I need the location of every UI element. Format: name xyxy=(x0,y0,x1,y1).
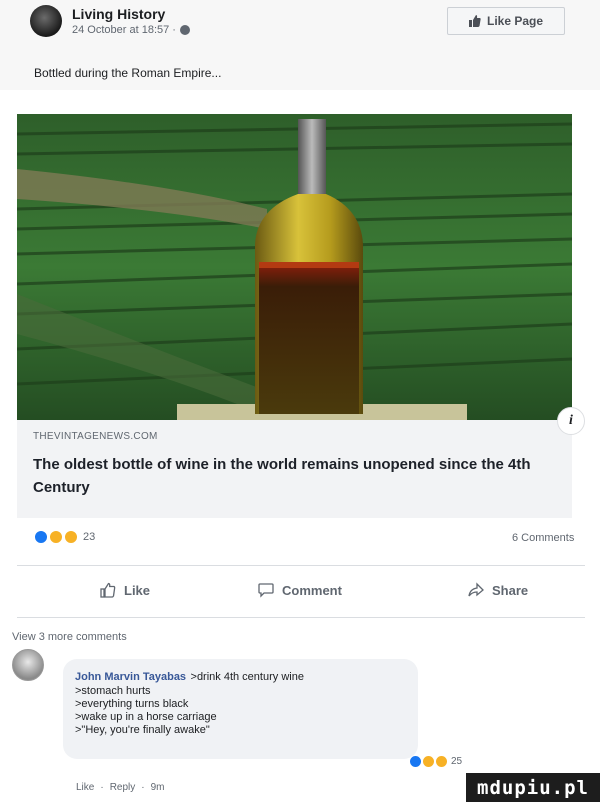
info-icon[interactable]: i xyxy=(557,407,585,435)
comment-first-line: John Marvin Tayabas >drink 4th century w… xyxy=(75,667,406,685)
view-more-comments-link[interactable]: View 3 more comments xyxy=(12,631,127,643)
post-timestamp[interactable]: 24 October at 18:57 · xyxy=(72,24,176,36)
comment-label: Comment xyxy=(282,582,342,598)
wow-reaction-icon xyxy=(49,530,63,544)
wine-bottle-photo[interactable] xyxy=(17,114,572,420)
comment-line: >drink 4th century wine xyxy=(190,671,304,683)
comment-reaction-count: 25 xyxy=(451,756,463,767)
comment-line: >wake up in a horse carriage xyxy=(75,711,217,723)
link-title[interactable]: The oldest bottle of wine in the world r… xyxy=(33,453,573,499)
page-avatar[interactable] xyxy=(30,5,62,37)
like-button[interactable]: Like xyxy=(100,582,150,598)
comment-line: >"Hey, you're finally awake" xyxy=(75,724,210,736)
comment-line: >everything turns black xyxy=(75,698,189,710)
divider xyxy=(17,617,585,618)
sad-reaction-icon xyxy=(64,530,78,544)
link-domain: THEVINTAGENEWS.COM xyxy=(33,431,158,442)
post-header: Living History 24 October at 18:57 · Lik… xyxy=(0,0,600,90)
share-button[interactable]: Share xyxy=(468,582,528,598)
speech-bubble-icon xyxy=(258,583,274,598)
divider xyxy=(17,565,585,566)
post-caption: Bottled during the Roman Empire... xyxy=(34,66,222,80)
globe-icon xyxy=(179,25,190,35)
wow-reaction-icon xyxy=(422,755,435,768)
sad-reaction-icon xyxy=(435,755,448,768)
separator-dot: · xyxy=(100,782,104,793)
like-label: Like xyxy=(124,582,151,598)
comment-author-link[interactable]: John Marvin Tayabas xyxy=(75,671,186,683)
like-page-label: Like Page xyxy=(486,14,544,28)
site-watermark: mdupiu.pl xyxy=(466,773,600,802)
page-name-link[interactable]: Living History xyxy=(72,6,165,22)
share-arrow-icon xyxy=(468,582,484,597)
reaction-summary[interactable]: 23 xyxy=(34,530,95,544)
like-page-button[interactable]: Like Page xyxy=(447,7,565,35)
comment-reaction-summary[interactable]: 25 xyxy=(409,755,462,768)
comment-bubble: John Marvin Tayabas >drink 4th century w… xyxy=(63,659,418,759)
vineyard-bottle-image xyxy=(17,114,572,420)
reaction-count: 23 xyxy=(83,531,96,543)
comment-reply-link[interactable]: Reply xyxy=(110,782,136,793)
like-reaction-icon xyxy=(409,755,422,768)
separator-dot: · xyxy=(141,782,145,793)
like-reaction-icon xyxy=(34,530,48,544)
comment-like-link[interactable]: Like xyxy=(76,782,94,793)
share-label: Share xyxy=(492,582,529,598)
comment-actions: Like · Reply · 9m xyxy=(76,782,165,793)
link-preview[interactable]: THEVINTAGENEWS.COM The oldest bottle of … xyxy=(17,407,585,518)
comment-line: >stomach hurts xyxy=(75,685,151,697)
thumbs-up-icon xyxy=(468,15,481,27)
comments-count[interactable]: 6 Comments xyxy=(512,532,574,544)
post-meta: 24 October at 18:57 · xyxy=(72,24,190,36)
commenter-avatar[interactable] xyxy=(12,649,44,681)
thumbs-up-icon xyxy=(100,582,116,598)
comment-age[interactable]: 9m xyxy=(151,782,165,793)
comment-button[interactable]: Comment xyxy=(258,582,342,598)
